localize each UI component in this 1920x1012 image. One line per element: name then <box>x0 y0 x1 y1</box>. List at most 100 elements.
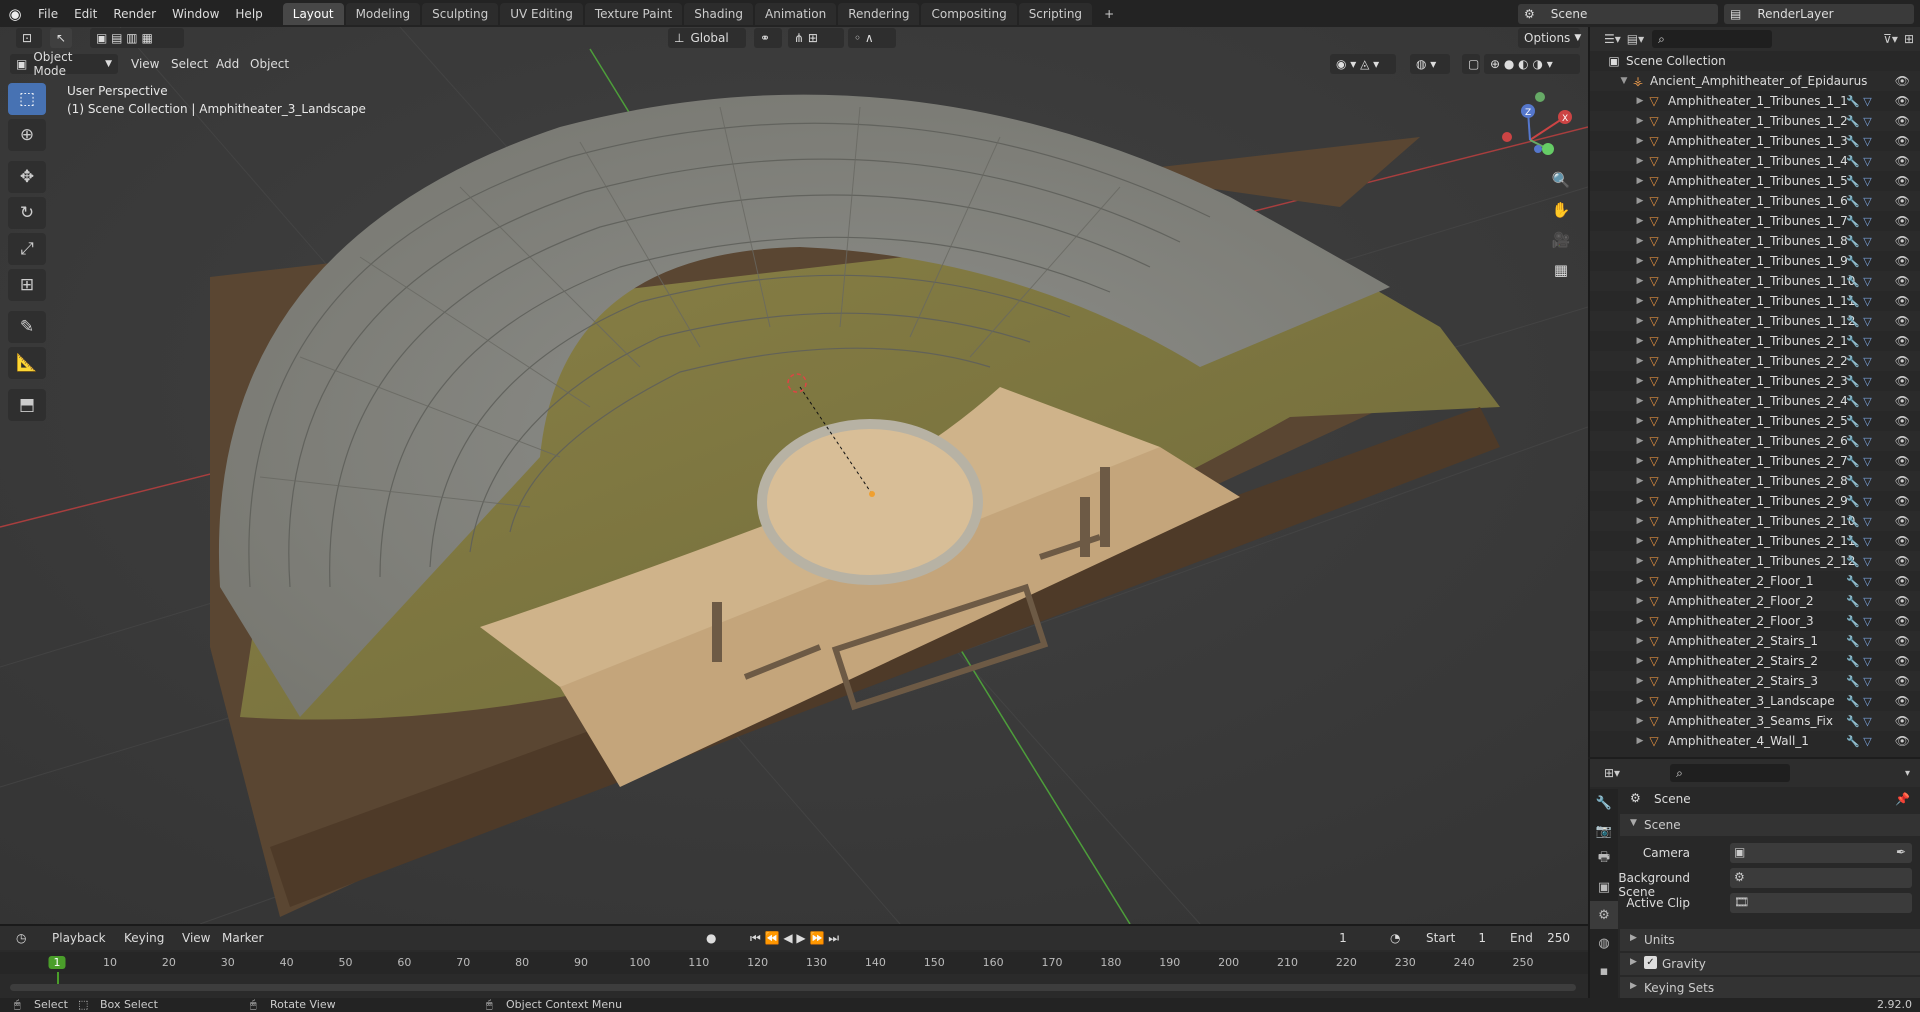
gravity-panel-header[interactable]: ▶ ✓ Gravity <box>1620 953 1920 975</box>
expand-arrow-icon[interactable]: ▶ <box>1634 736 1646 746</box>
rotate-tool[interactable]: ↻ <box>8 197 46 229</box>
outliner-object-row[interactable]: ▶ ▽ Amphitheater_1_Tribunes_1_9 🔧 ▽ 👁 <box>1590 251 1920 271</box>
measure-tool[interactable]: 📐 <box>8 347 46 379</box>
eye-icon[interactable]: 👁 <box>1895 294 1910 308</box>
eye-icon[interactable]: 👁 <box>1895 314 1910 328</box>
eye-icon[interactable]: 👁 <box>1895 554 1910 568</box>
eyedropper-icon[interactable]: ✒ <box>1896 845 1906 859</box>
move-tool[interactable]: ✥ <box>8 161 46 193</box>
scene-panel-header[interactable]: ▼ Scene <box>1620 814 1920 836</box>
eye-icon[interactable]: 👁 <box>1895 534 1910 548</box>
timeline-menu-view[interactable]: View <box>182 931 210 945</box>
outliner-object-row[interactable]: ▶ ▽ Amphitheater_1_Tribunes_2_8 🔧 ▽ 👁 <box>1590 471 1920 491</box>
units-panel-header[interactable]: ▶ Units <box>1620 929 1920 951</box>
tab-modeling[interactable]: Modeling <box>345 2 421 25</box>
active-clip-field[interactable]: 🎞 <box>1730 893 1912 913</box>
scene-tab-icon[interactable]: ⚙ <box>1590 901 1618 929</box>
tab-rendering[interactable]: Rendering <box>838 2 920 25</box>
eye-icon[interactable]: 👁 <box>1895 574 1910 588</box>
outliner-object-row[interactable]: ▶ ▽ Amphitheater_2_Floor_1 🔧 ▽ 👁 <box>1590 571 1920 591</box>
tab-sculpting[interactable]: Sculpting <box>422 2 499 25</box>
tool-tab-icon[interactable]: 🔧 <box>1590 789 1618 817</box>
eye-icon[interactable]: 👁 <box>1895 214 1910 228</box>
expand-arrow-icon[interactable]: ▶ <box>1634 576 1646 586</box>
expand-arrow-icon[interactable]: ▶ <box>1634 636 1646 646</box>
outliner-object-row[interactable]: ▶ ▽ Amphitheater_2_Stairs_3 🔧 ▽ 👁 <box>1590 671 1920 691</box>
start-frame-field[interactable]: Start 1 <box>1412 928 1492 948</box>
filter-icon[interactable]: ⊽▾ <box>1883 32 1898 46</box>
outliner-object-row[interactable]: ▶ ▽ Amphitheater_1_Tribunes_2_6 🔧 ▽ 👁 <box>1590 431 1920 451</box>
menu-render[interactable]: Render <box>105 7 164 21</box>
properties-editor-icon[interactable]: ⊞▾ <box>1604 766 1620 780</box>
playback-dropdown[interactable]: Playback <box>46 928 112 948</box>
timeline-ruler[interactable]: 1 10 20 30 40 50 60 70 80 90 100 110 120 130 140 150 160… <box>0 952 1588 986</box>
outliner-object-row[interactable]: ▶ ▽ Amphitheater_1_Tribunes_1_8 🔧 ▽ 👁 <box>1590 231 1920 251</box>
eye-icon[interactable]: 👁 <box>1895 654 1910 668</box>
outliner-object-row[interactable]: ▶ ▽ Amphitheater_1_Tribunes_1_3 🔧 ▽ 👁 <box>1590 131 1920 151</box>
scale-tool[interactable]: ⤢ <box>8 233 46 265</box>
tab-compositing[interactable]: Compositing <box>921 2 1017 25</box>
eye-icon[interactable]: 👁 <box>1895 694 1910 708</box>
object-tab-icon[interactable]: ▪ <box>1590 957 1618 985</box>
eye-icon[interactable]: 👁 <box>1895 134 1910 148</box>
outliner-object-row[interactable]: ▶ ▽ Amphitheater_1_Tribunes_2_1 🔧 ▽ 👁 <box>1590 331 1920 351</box>
gravity-checkbox[interactable]: ✓ <box>1644 956 1657 969</box>
outliner-object-row[interactable]: ▶ ▽ Amphitheater_1_Tribunes_2_5 🔧 ▽ 👁 <box>1590 411 1920 431</box>
eye-icon[interactable]: 👁 <box>1895 414 1910 428</box>
outliner-search-input[interactable]: ⌕ <box>1652 30 1773 48</box>
expand-arrow-icon[interactable]: ▼ <box>1618 76 1630 86</box>
output-tab-icon[interactable]: 🖶 <box>1590 845 1618 873</box>
viewport-menu-add[interactable]: Add <box>216 57 239 71</box>
expand-arrow-icon[interactable]: ▶ <box>1634 496 1646 506</box>
outliner-object-row[interactable]: ▶ ▽ Amphitheater_1_Tribunes_2_3 🔧 ▽ 👁 <box>1590 371 1920 391</box>
snapping-button[interactable]: ⋔ ⊞ <box>788 28 844 48</box>
expand-arrow-icon[interactable]: ▶ <box>1634 256 1646 266</box>
outliner-object-row[interactable]: ▶ ▽ Amphitheater_1_Tribunes_1_5 🔧 ▽ 👁 <box>1590 171 1920 191</box>
outliner-object-row[interactable]: ▶ ▽ Amphitheater_1_Tribunes_2_4 🔧 ▽ 👁 <box>1590 391 1920 411</box>
outliner-object-row[interactable]: ▶ ▽ Amphitheater_1_Tribunes_1_10 🔧 ▽ 👁 <box>1590 271 1920 291</box>
tab-layout[interactable]: Layout <box>282 2 344 25</box>
world-tab-icon[interactable]: ◍ <box>1590 929 1618 957</box>
tab-shading[interactable]: Shading <box>684 2 753 25</box>
eye-icon[interactable]: 👁 <box>1895 354 1910 368</box>
timeline-editor-type[interactable]: ◷ <box>10 928 38 948</box>
selection-mode-buttons[interactable]: ▣ ▤ ▥ ▦ <box>90 28 184 48</box>
expand-arrow-icon[interactable]: ▶ <box>1634 276 1646 286</box>
eye-icon[interactable]: 👁 <box>1895 174 1910 188</box>
outliner-object-row[interactable]: ▶ ▽ Amphitheater_1_Tribunes_1_2 🔧 ▽ 👁 <box>1590 111 1920 131</box>
eye-icon[interactable]: 👁 <box>1895 494 1910 508</box>
expand-arrow-icon[interactable]: ▶ <box>1634 536 1646 546</box>
cursor-tool[interactable]: ⊕ <box>8 119 46 151</box>
eye-icon[interactable]: 👁 <box>1895 194 1910 208</box>
eye-icon[interactable]: 👁 <box>1895 394 1910 408</box>
outliner-object-row[interactable]: ▶ ▽ Amphitheater_1_Tribunes_1_6 🔧 ▽ 👁 <box>1590 191 1920 211</box>
camera-field[interactable]: ▣ ✒ <box>1730 843 1912 863</box>
menu-file[interactable]: File <box>30 7 66 21</box>
expand-arrow-icon[interactable]: ▶ <box>1634 656 1646 666</box>
scene-collection-row[interactable]: ▣ Scene Collection <box>1590 51 1920 71</box>
expand-arrow-icon[interactable]: ▶ <box>1634 356 1646 366</box>
expand-arrow-icon[interactable]: ▶ <box>1634 476 1646 486</box>
select-tool-mode[interactable]: ↖ <box>50 28 72 48</box>
options-dropdown[interactable]: Options ▼ <box>1518 28 1581 48</box>
outliner-object-row[interactable]: ▶ ▽ Amphitheater_4_Wall_1 🔧 ▽ 👁 <box>1590 731 1920 751</box>
end-frame-field[interactable]: End 250 <box>1496 928 1576 948</box>
expand-arrow-icon[interactable]: ▶ <box>1634 676 1646 686</box>
eye-icon[interactable]: 👁 <box>1895 154 1910 168</box>
tab-uv-editing[interactable]: UV Editing <box>500 2 583 25</box>
outliner-object-row[interactable]: ▶ ▽ Amphitheater_2_Floor_2 🔧 ▽ 👁 <box>1590 591 1920 611</box>
eye-icon[interactable]: 👁 <box>1895 614 1910 628</box>
outliner-object-row[interactable]: ▶ ▽ Amphitheater_2_Stairs_1 🔧 ▽ 👁 <box>1590 631 1920 651</box>
expand-arrow-icon[interactable]: ▶ <box>1634 176 1646 186</box>
display-mode-icon[interactable]: ▤▾ <box>1627 32 1644 46</box>
expand-arrow-icon[interactable]: ▶ <box>1634 216 1646 226</box>
expand-arrow-icon[interactable]: ▶ <box>1634 716 1646 726</box>
add-workspace-button[interactable]: + <box>1094 3 1124 25</box>
proportional-edit-button[interactable]: ◦ ∧ <box>848 28 896 48</box>
outliner-object-row[interactable]: ▶ ▽ Amphitheater_1_Tribunes_1_11 🔧 ▽ 👁 <box>1590 291 1920 311</box>
expand-arrow-icon[interactable]: ▶ <box>1634 596 1646 606</box>
ortho-toggle-button[interactable]: ▦ <box>1548 257 1574 283</box>
menu-help[interactable]: Help <box>227 7 270 21</box>
eye-icon[interactable]: 👁 <box>1895 714 1910 728</box>
expand-arrow-icon[interactable]: ▶ <box>1634 696 1646 706</box>
